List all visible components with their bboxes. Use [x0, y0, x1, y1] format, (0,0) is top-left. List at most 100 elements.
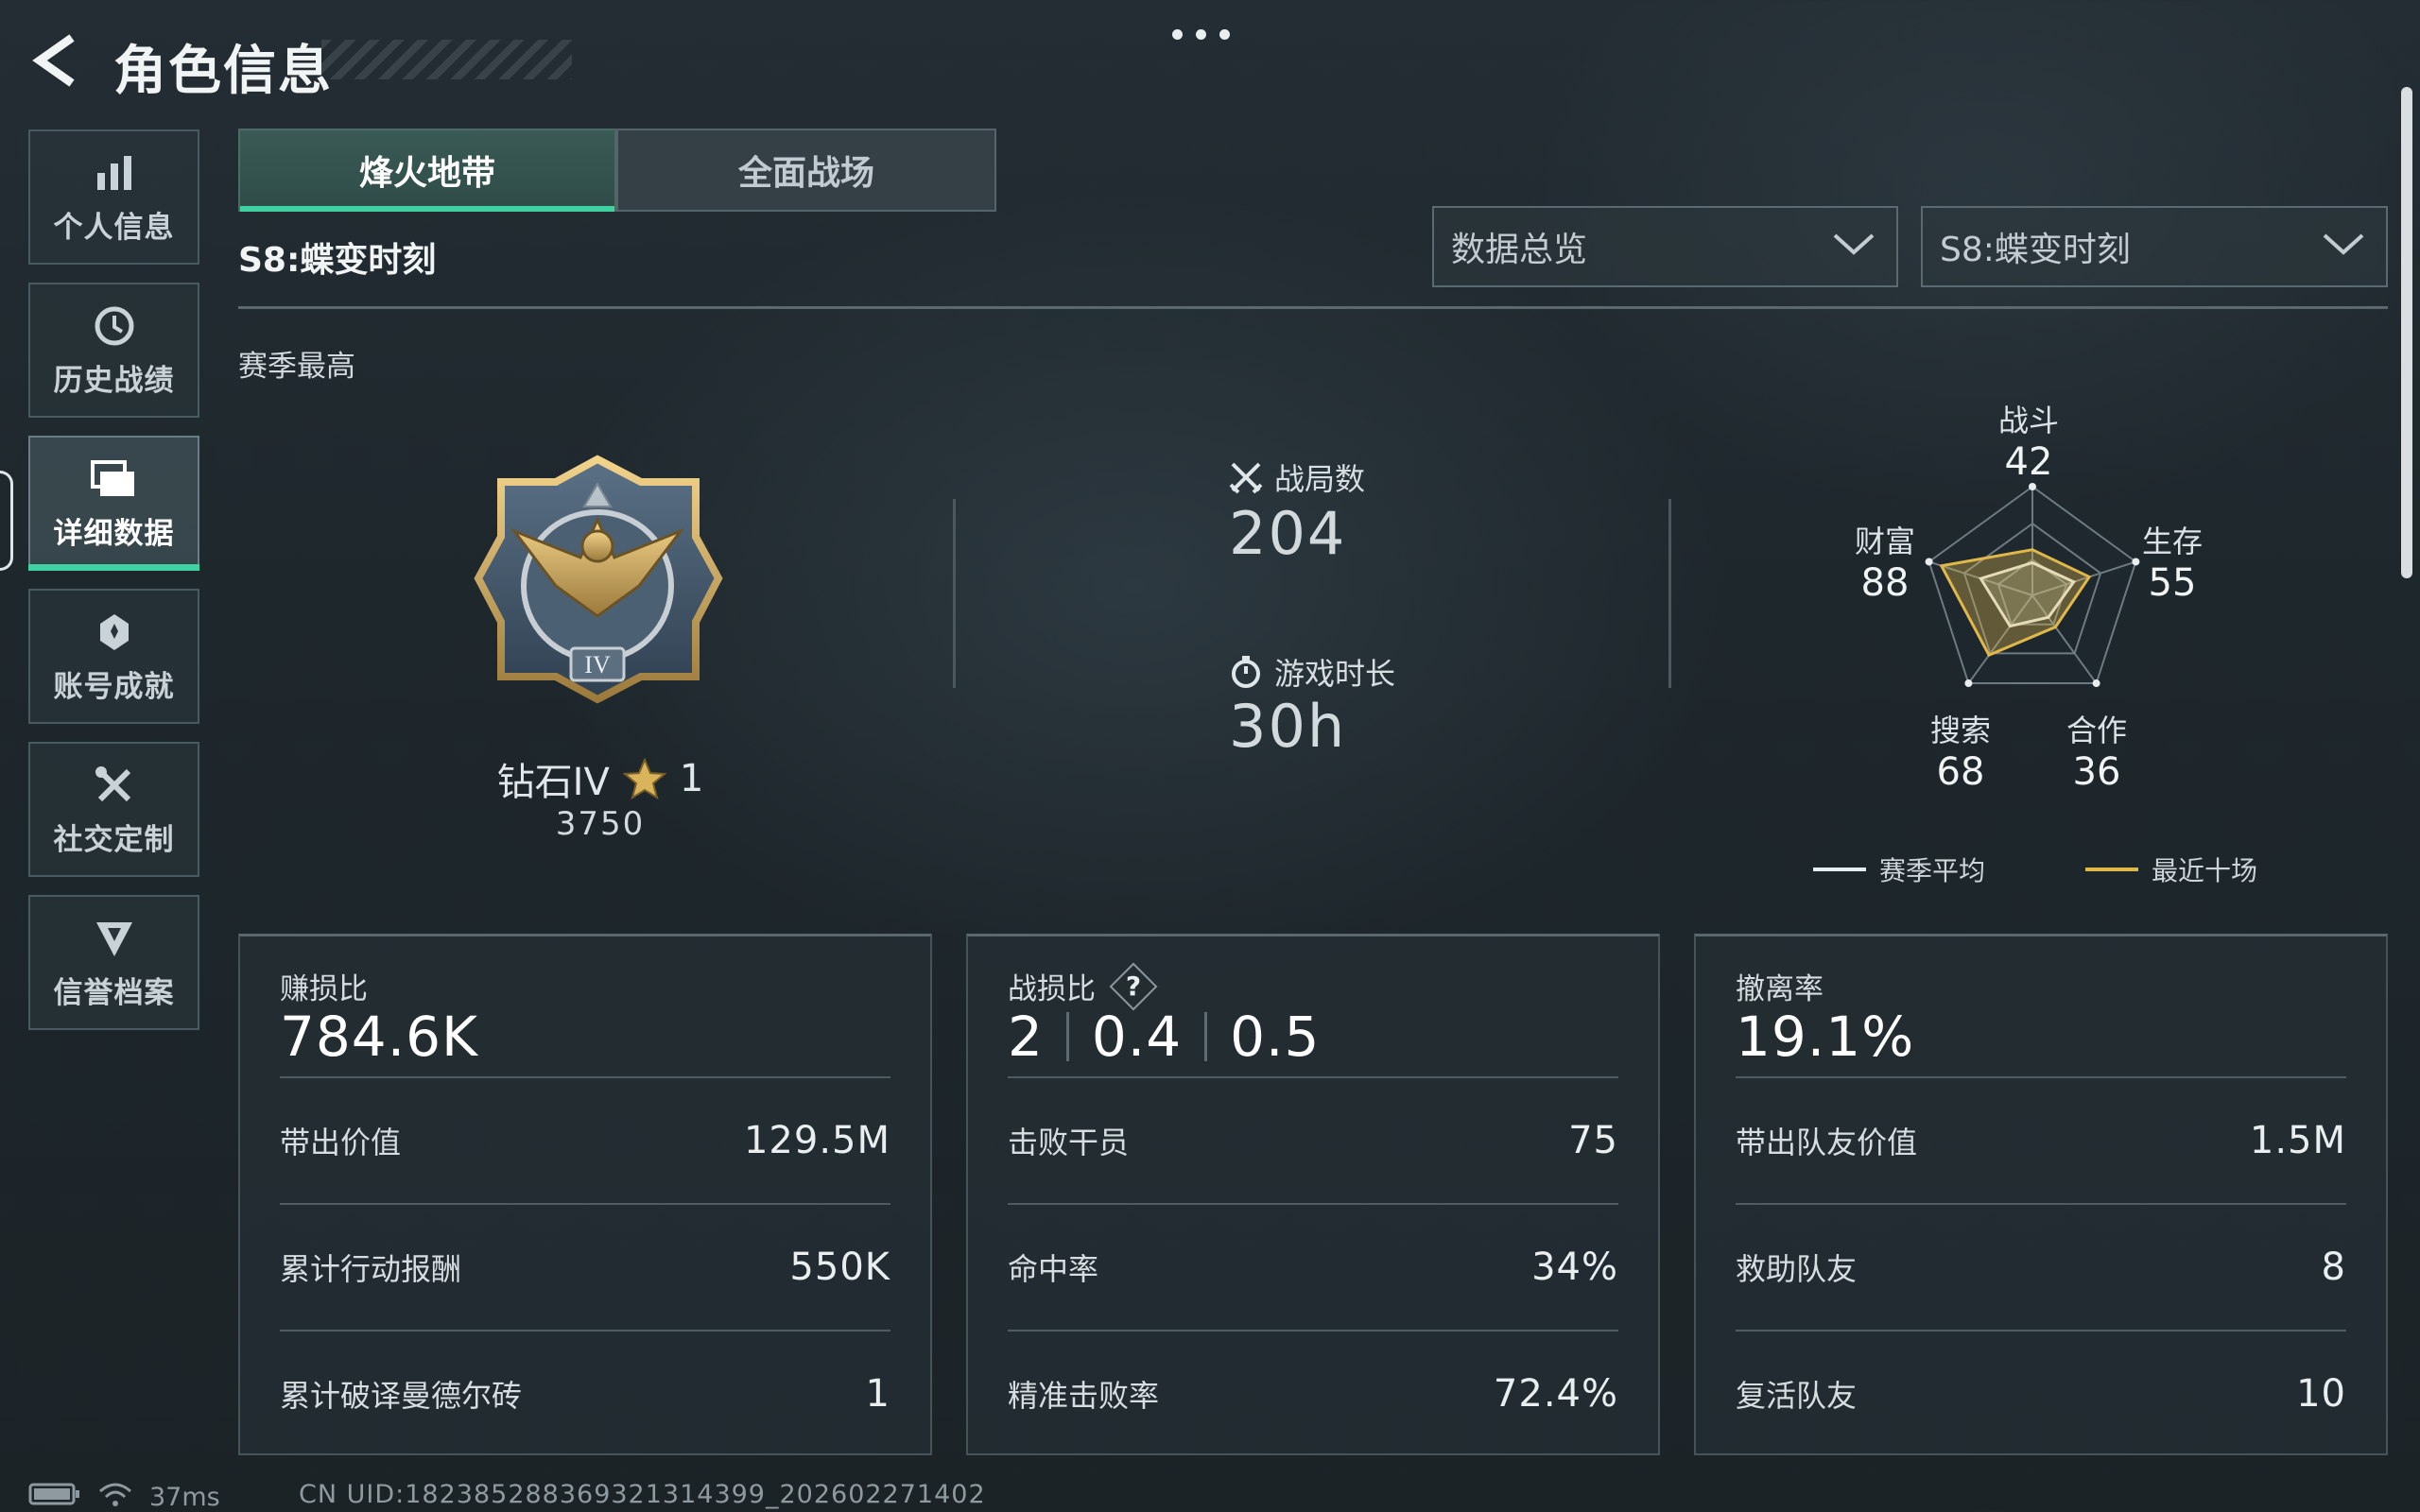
radar-axis-label: 生存: [2141, 524, 2203, 559]
row-value: 10: [2296, 1372, 2346, 1416]
row-label: 击败干员: [1008, 1125, 1130, 1160]
view-select-value: 数据总览: [1451, 231, 1588, 269]
tab-full-battlefield[interactable]: 全面战场: [616, 129, 996, 212]
radar-axis-value: 55: [2148, 561, 2197, 605]
sidebar-item-detailed-data[interactable]: 详细数据: [28, 436, 199, 571]
kd-value-1: 2: [1008, 1005, 1044, 1069]
card-head-label: 撤离率: [1736, 965, 1824, 1007]
chevron-down-icon: [1832, 228, 1876, 266]
card-row: 命中率 34%: [1008, 1203, 1618, 1330]
card-row: 精准击败率 72.4%: [1008, 1330, 1618, 1456]
card-head-label-text: 战损比: [1008, 972, 1096, 1006]
tools-crossed-icon: [90, 761, 139, 810]
legend-line-white: [1813, 868, 1866, 871]
scrollbar[interactable]: [2401, 87, 2412, 578]
sidebar-item-personal-info[interactable]: 个人信息: [28, 129, 199, 265]
radar-axis-value: 36: [2072, 750, 2121, 794]
ping-value: 37ms: [149, 1483, 220, 1512]
sidebar-item-label: 详细数据: [53, 517, 175, 551]
sidebar-item-achievements[interactable]: 账号成就: [28, 589, 199, 724]
sidebar-item-label: 账号成就: [53, 670, 175, 704]
kd-value-3: 0.5: [1230, 1005, 1321, 1069]
row-label: 累计破译曼德尔砖: [280, 1378, 523, 1414]
row-value: 1: [865, 1372, 890, 1416]
season-select-dropdown[interactable]: S8:蝶变时刻: [1921, 206, 2388, 287]
card-row: 累计行动报酬 550K: [280, 1203, 890, 1330]
section-divider: [1668, 499, 1671, 688]
kill-death-card: 战损比 ? 2 0.4 0.5 击败干员 75 命中率 34% 精准击败率 72…: [966, 934, 1660, 1455]
card-head-value: 19.1%: [1736, 1005, 1915, 1069]
row-label: 带出价值: [280, 1125, 402, 1160]
sidebar-item-match-history[interactable]: 历史战绩: [28, 283, 199, 418]
title-decoration: [321, 40, 572, 79]
achievement-badge-icon: [90, 608, 139, 657]
legend-line-gold: [2085, 868, 2138, 871]
sidebar-item-reputation[interactable]: 信誉档案: [28, 895, 199, 1030]
svg-text:IV: IV: [584, 651, 611, 679]
row-value: 72.4%: [1493, 1372, 1618, 1416]
row-label: 累计行动报酬: [280, 1251, 462, 1287]
value-separator: [1204, 1012, 1208, 1061]
view-select-dropdown[interactable]: 数据总览: [1432, 206, 1898, 287]
card-row: 累计破译曼德尔砖 1: [280, 1330, 890, 1456]
page-title: 角色信息: [113, 41, 333, 102]
radar-axis-value: 42: [2004, 440, 2053, 484]
row-value: 1.5M: [2249, 1119, 2346, 1162]
row-value: 8: [2321, 1246, 2346, 1289]
rank-name: 钻石IV: [496, 761, 610, 804]
radar-axis-label: 合作: [2066, 713, 2127, 748]
sidebar-item-label: 信誉档案: [53, 976, 175, 1010]
sidebar-item-label: 社交定制: [53, 823, 175, 857]
card-head-value: 784.6K: [280, 1005, 479, 1069]
legend-recent-ten: 最近十场: [2085, 850, 2257, 888]
folder-stack-icon: [90, 455, 139, 504]
stopwatch-icon: [1229, 655, 1263, 689]
row-label: 精准击败率: [1008, 1378, 1160, 1414]
playtime-value: 30h: [1229, 692, 1347, 761]
kd-value-2: 0.4: [1091, 1005, 1183, 1069]
section-divider: [953, 499, 956, 688]
card-head-label: 战损比 ?: [1008, 965, 1154, 1007]
season-title: S8:蝶变时刻: [238, 241, 437, 280]
card-row: 带出队友价值 1.5M: [1736, 1076, 2346, 1203]
card-head-label-text: 赚损比: [280, 972, 368, 1006]
row-value: 34%: [1531, 1246, 1618, 1289]
back-arrow-icon[interactable]: [26, 32, 83, 89]
extraction-rate-card: 撤离率 19.1% 带出队友价值 1.5M 救助队友 8 复活队友 10: [1694, 934, 2388, 1455]
legend-season-average: 赛季平均: [1813, 850, 1985, 888]
row-value: 550K: [789, 1246, 890, 1289]
season-select-value: S8:蝶变时刻: [1940, 231, 2131, 269]
radar-axis-value: 68: [1936, 750, 1985, 794]
row-label: 复活队友: [1736, 1378, 1858, 1414]
card-row: 救助队友 8: [1736, 1203, 2346, 1330]
tab-hazard-zone[interactable]: 烽火地带: [238, 129, 616, 212]
sidebar-item-social-custom[interactable]: 社交定制: [28, 742, 199, 877]
rank-score: 3750: [555, 805, 646, 843]
crossed-swords-icon: [1229, 460, 1263, 494]
card-head-label: 赚损比: [280, 965, 368, 1007]
more-options-icon[interactable]: [1172, 23, 1248, 45]
sidebar-handle[interactable]: [0, 471, 13, 571]
row-value: 75: [1568, 1119, 1618, 1162]
legend-label: 赛季平均: [1879, 855, 1986, 886]
card-head-label-text: 撤离率: [1736, 972, 1824, 1006]
row-label: 命中率: [1008, 1251, 1099, 1287]
history-clock-icon: [90, 301, 139, 351]
shield-emblem-icon: [90, 914, 139, 963]
card-head-value: 2 0.4 0.5: [1008, 1005, 1320, 1069]
bar-chart-icon: [90, 148, 139, 198]
matches-label: 战局数: [1229, 455, 1365, 499]
battery-icon: [28, 1481, 81, 1512]
card-row: 击败干员 75: [1008, 1076, 1618, 1203]
chevron-down-icon: [2322, 228, 2365, 266]
legend-label: 最近十场: [2152, 855, 2258, 886]
header-divider: [238, 306, 2388, 309]
value-separator: [1065, 1012, 1069, 1061]
wifi-icon: [96, 1480, 134, 1512]
help-icon[interactable]: ?: [1113, 966, 1154, 1007]
rank-stars-count: 1: [679, 757, 704, 800]
radar-vertex-dot: [2029, 483, 2036, 490]
playtime-label: 游戏时长: [1229, 650, 1395, 694]
card-row: 带出价值 129.5M: [280, 1076, 890, 1203]
user-uid: CN UID:18238528836932131439​9_2026022714…: [299, 1480, 986, 1509]
